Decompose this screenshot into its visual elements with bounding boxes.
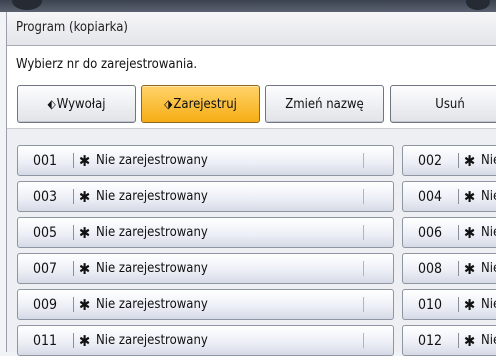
program-number: 002 bbox=[417, 153, 443, 169]
divider bbox=[73, 189, 74, 204]
program-number: 008 bbox=[417, 261, 443, 277]
program-name: Nie zarejestrowany bbox=[481, 261, 496, 276]
program-name: Nie zarejestrowany bbox=[481, 189, 496, 204]
program-name: Nie zarejestrowany bbox=[96, 333, 208, 348]
program-name: Nie zarejestrowany bbox=[96, 153, 208, 168]
star-icon: ✱ bbox=[79, 188, 91, 206]
divider bbox=[458, 189, 459, 204]
rename-button[interactable]: Zmień nazwę bbox=[265, 85, 384, 123]
star-icon: ✱ bbox=[464, 224, 476, 242]
program-slot-004[interactable]: 004 ✱ Nie zarejestrowany bbox=[402, 181, 496, 212]
program-number: 009 bbox=[32, 297, 58, 313]
window-title: Program (kopiarka) bbox=[16, 20, 128, 35]
bezel-decoration bbox=[12, 0, 42, 10]
divider bbox=[363, 189, 364, 204]
program-window: Program (kopiarka) Wybierz nr do zarejes… bbox=[6, 12, 496, 356]
star-icon: ✱ bbox=[464, 260, 476, 278]
program-name: Nie zarejestrowany bbox=[481, 333, 496, 348]
device-bezel bbox=[0, 0, 496, 12]
divider bbox=[73, 333, 74, 348]
recall-label: Wywołaj bbox=[56, 96, 106, 112]
divider bbox=[458, 225, 459, 240]
program-name: Nie zarejestrowany bbox=[96, 297, 208, 312]
star-icon: ✱ bbox=[79, 260, 91, 278]
program-list: 001 ✱ Nie zarejestrowany 002 ✱ Nie zarejestro… bbox=[7, 128, 496, 356]
program-name: Nie zarejestrowany bbox=[96, 225, 208, 240]
program-slot-012[interactable]: 012 ✱ Nie zarejestrowany bbox=[402, 325, 496, 356]
program-number: 012 bbox=[417, 333, 443, 349]
register-icon: ⬗ bbox=[164, 97, 173, 111]
program-slot-005[interactable]: 005 ✱ Nie zarejestrowany bbox=[17, 217, 394, 248]
program-slot-011[interactable]: 011 ✱ Nie zarejestrowany bbox=[17, 325, 394, 356]
divider bbox=[73, 225, 74, 240]
program-name: Nie zarejestrowany bbox=[96, 261, 208, 276]
list-divider bbox=[7, 128, 496, 129]
divider bbox=[363, 225, 364, 240]
divider bbox=[363, 261, 364, 276]
program-slot-008[interactable]: 008 ✱ Nie zarejestrowany bbox=[402, 253, 496, 284]
program-number: 010 bbox=[417, 297, 443, 313]
program-name: Nie zarejestrowany bbox=[96, 189, 208, 204]
program-slot-001[interactable]: 001 ✱ Nie zarejestrowany bbox=[17, 145, 394, 176]
divider bbox=[73, 297, 74, 312]
star-icon: ✱ bbox=[79, 224, 91, 242]
program-slot-002[interactable]: 002 ✱ Nie zarejestrowany bbox=[402, 145, 496, 176]
register-button[interactable]: ⬗ Zarejestruj bbox=[141, 85, 260, 123]
instruction-text: Wybierz nr do zarejestrowania. bbox=[16, 57, 198, 72]
program-slot-007[interactable]: 007 ✱ Nie zarejestrowany bbox=[17, 253, 394, 284]
star-icon: ✱ bbox=[464, 332, 476, 350]
program-name: Nie zarejestrowany bbox=[481, 297, 496, 312]
delete-button[interactable]: Usuń bbox=[390, 85, 496, 123]
program-slot-003[interactable]: 003 ✱ Nie zarejestrowany bbox=[17, 181, 394, 212]
divider bbox=[458, 261, 459, 276]
star-icon: ✱ bbox=[464, 296, 476, 314]
rename-label: Zmień nazwę bbox=[285, 96, 364, 112]
star-icon: ✱ bbox=[464, 188, 476, 206]
divider bbox=[363, 297, 364, 312]
divider bbox=[73, 153, 74, 168]
program-name: Nie zarejestrowany bbox=[481, 153, 496, 168]
star-icon: ✱ bbox=[464, 152, 476, 170]
program-slot-009[interactable]: 009 ✱ Nie zarejestrowany bbox=[17, 289, 394, 320]
divider bbox=[363, 153, 364, 168]
program-number: 005 bbox=[32, 225, 58, 241]
program-number: 001 bbox=[32, 153, 58, 169]
program-slot-006[interactable]: 006 ✱ Nie zarejestrowany bbox=[402, 217, 496, 248]
divider bbox=[458, 153, 459, 168]
recall-icon: ⬖ bbox=[47, 97, 56, 111]
divider bbox=[458, 333, 459, 348]
divider bbox=[73, 261, 74, 276]
program-number: 011 bbox=[32, 333, 58, 349]
star-icon: ✱ bbox=[79, 296, 91, 314]
recall-button[interactable]: ⬖ Wywołaj bbox=[17, 85, 136, 123]
register-label: Zarejestruj bbox=[173, 96, 237, 112]
program-slot-010[interactable]: 010 ✱ Nie zarejestrowany bbox=[402, 289, 496, 320]
bezel-decoration bbox=[466, 0, 490, 10]
title-bar: Program (kopiarka) bbox=[7, 12, 496, 46]
star-icon: ✱ bbox=[79, 332, 91, 350]
program-number: 003 bbox=[32, 189, 58, 205]
program-number: 006 bbox=[417, 225, 443, 241]
delete-label: Usuń bbox=[435, 96, 465, 112]
star-icon: ✱ bbox=[79, 152, 91, 170]
program-name: Nie zarejestrowany bbox=[481, 225, 496, 240]
divider bbox=[458, 297, 459, 312]
program-number: 007 bbox=[32, 261, 58, 277]
divider bbox=[363, 333, 364, 348]
program-number: 004 bbox=[417, 189, 443, 205]
